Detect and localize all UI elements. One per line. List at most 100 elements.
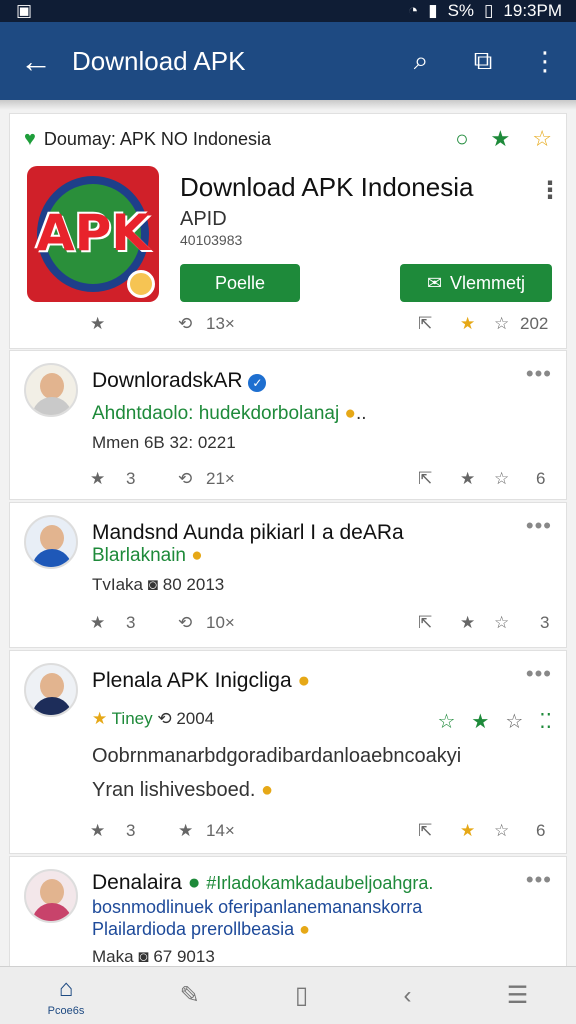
retweet-count: 21× (206, 469, 235, 488)
post-author[interactable]: DownloradskAR ✓ (92, 369, 267, 393)
star-outline-icon[interactable]: ☆ (505, 709, 523, 734)
refresh-icon[interactable]: ○ (455, 126, 468, 152)
retweet-icon[interactable]: ⟲ (178, 469, 192, 489)
battery-icon: ▯ (484, 1, 494, 20)
post-card[interactable]: DownloradskAR ✓ ••• Ahdntdaolo: hudekdor… (9, 350, 567, 500)
chat-icon[interactable]: ✎ (180, 981, 200, 1010)
post-author[interactable]: Denalaira ● #Irladokamkadaubeljoahgra. (92, 871, 433, 895)
more-horiz-icon[interactable]: ••• (526, 661, 552, 687)
star-outline-icon[interactable]: ☆ (437, 709, 455, 734)
rating-count: 6 (536, 821, 546, 840)
star-filled-icon[interactable]: ★ (491, 126, 511, 152)
post-meta-value: 67 9013 (153, 947, 215, 966)
like-icon[interactable]: ★ (90, 469, 105, 489)
share-icon[interactable]: ⧉ (452, 45, 514, 77)
appbar-shadow (0, 100, 576, 110)
notification-icon: ▣ (16, 1, 33, 20)
post-text-line: Blarlaknain (92, 545, 186, 566)
star-outline-icon[interactable]: ☆ (494, 469, 509, 489)
share-icon[interactable]: ⇱ (418, 469, 432, 489)
app-developer: APID (180, 208, 227, 230)
more-horiz-icon[interactable]: ••• (526, 513, 552, 539)
like-icon[interactable]: ★ (90, 821, 105, 841)
camera-icon: ◙ (147, 575, 159, 594)
star-outline-icon[interactable]: ☆ (494, 613, 509, 633)
avatar-face (40, 525, 64, 551)
share-icon[interactable]: ⇱ (418, 821, 432, 841)
retweet-icon[interactable]: ⟲ (178, 613, 192, 633)
emoji-icon: ● (344, 403, 356, 424)
app-card-header-text: Doumay: APK NO Indonesia (43, 129, 271, 149)
star-outline-icon[interactable]: ☆ (532, 126, 552, 152)
bottom-nav: ⌂ Pcoe6s ✎ ▯ ‹ ☰ (0, 966, 576, 1024)
like-count: 3 (126, 821, 136, 840)
post-author[interactable]: Plenala APK Inigcliga ● (92, 669, 310, 693)
avatar[interactable] (24, 363, 78, 417)
post-text: Ahdntdaolo: hudekdorbolanaj ●.. (92, 403, 367, 424)
more-horiz-icon[interactable]: ••• (526, 867, 552, 893)
post-card[interactable]: Denalaira ● #Irladokamkadaubeljoahgra. •… (9, 856, 567, 966)
settings-icon[interactable]: ☰ (507, 981, 529, 1010)
post-card[interactable]: Plenala APK Inigcliga ● ••• ★ Tiney ⟲ 20… (9, 650, 567, 854)
retweet-count: 13× (206, 314, 235, 333)
post-author-name[interactable]: Mandsnd Aunda pikiarl I a deARa (92, 521, 404, 545)
heart-icon[interactable]: ♥ (24, 128, 36, 151)
document-icon[interactable]: ▯ (295, 981, 308, 1010)
post-stats: ★ 3 ★ 14× ⇱ ★ ☆ 6 (10, 821, 568, 847)
post-meta: TvIaka ◙ 80 2013 (92, 575, 224, 595)
signal-icon: ▮ (428, 1, 438, 20)
star-outline-icon[interactable]: ☆ (494, 821, 509, 841)
post-body-text: Yran lishivesboed. (92, 779, 256, 801)
status-bar: ▣ ◔ ▮ S% ▯ 19:3PM (0, 0, 576, 22)
app-bar: ← Download APK ⌕ ⧉ ⋮ (0, 22, 576, 100)
primary-button[interactable]: Poelle (180, 264, 300, 302)
page-title: Download APK (72, 45, 246, 76)
retweet-icon[interactable]: ★ (178, 821, 193, 841)
like-icon[interactable]: ★ (90, 314, 105, 334)
arrow-back-icon[interactable]: ← (0, 43, 72, 80)
post-meta-value: 80 2013 (162, 575, 225, 594)
star-filled-icon[interactable]: ★ (460, 613, 475, 633)
back-chevron-icon[interactable]: ‹ (404, 982, 412, 1010)
share-icon[interactable]: ⇱ (418, 314, 432, 334)
avatar-body (32, 697, 72, 715)
search-icon[interactable]: ⌕ (390, 45, 452, 77)
retweet-count: 10× (206, 613, 235, 632)
more-horiz-icon[interactable]: ••• (526, 361, 552, 387)
post-rating-icons: ☆ ★ ☆ ⁚⁚ (437, 709, 552, 734)
avatar[interactable] (24, 869, 78, 923)
post-meta: ★ Tiney ⟲ 2004 (92, 709, 214, 729)
verified-icon: ✓ (248, 374, 267, 392)
reply-icon: ⟲ (157, 709, 172, 728)
avatar[interactable] (24, 663, 78, 717)
share-icon[interactable]: ⇱ (418, 613, 432, 633)
more-vert-icon[interactable]: ⋮ (514, 46, 576, 77)
emoji-icon: ● (297, 669, 311, 692)
app-logo[interactable]: APK (27, 166, 159, 302)
like-icon[interactable]: ★ (90, 613, 105, 633)
battery-text: S% (447, 1, 475, 20)
avatar-face (40, 373, 64, 399)
grid-icon[interactable]: ⁚⁚ (539, 709, 552, 734)
hashtag-link[interactable]: #Irladokamkadaubeljoahgra. (206, 873, 433, 893)
post-meta-label: Maka (92, 947, 134, 966)
avatar[interactable] (24, 515, 78, 569)
post-meta-label: TvIaka (92, 575, 144, 594)
star-filled-icon[interactable]: ★ (460, 821, 475, 841)
app-card-header: ♥ Doumay: APK NO Indonesia (24, 128, 271, 151)
star-filled-icon[interactable]: ★ (460, 314, 475, 334)
star-filled-icon[interactable]: ★ (471, 709, 489, 734)
status-right: ◔ ▮ S% ▯ 19:3PM (408, 1, 562, 21)
download-button[interactable]: ✉ Vlemmetj (400, 264, 552, 302)
emoji-icon: ● (191, 545, 203, 566)
app-more-icon[interactable]: ⋮ (538, 176, 562, 205)
post-card[interactable]: Mandsnd Aunda pikiarl I a deARa ••• Blar… (9, 502, 567, 648)
star-outline-icon[interactable]: ☆ (494, 314, 509, 334)
post-text: Plailardioda prerollbeasia ● (92, 919, 310, 940)
nav-home[interactable]: ⌂ Pcoe6s (48, 975, 85, 1017)
rating-count: 6 (536, 469, 546, 488)
post-text-line: bosnmodlinuek oferipanlanemananskorra (92, 897, 423, 917)
retweet-icon[interactable]: ⟲ (178, 314, 192, 334)
star-filled-icon[interactable]: ★ (460, 469, 475, 489)
wifi-icon: ◔ (407, 1, 419, 20)
